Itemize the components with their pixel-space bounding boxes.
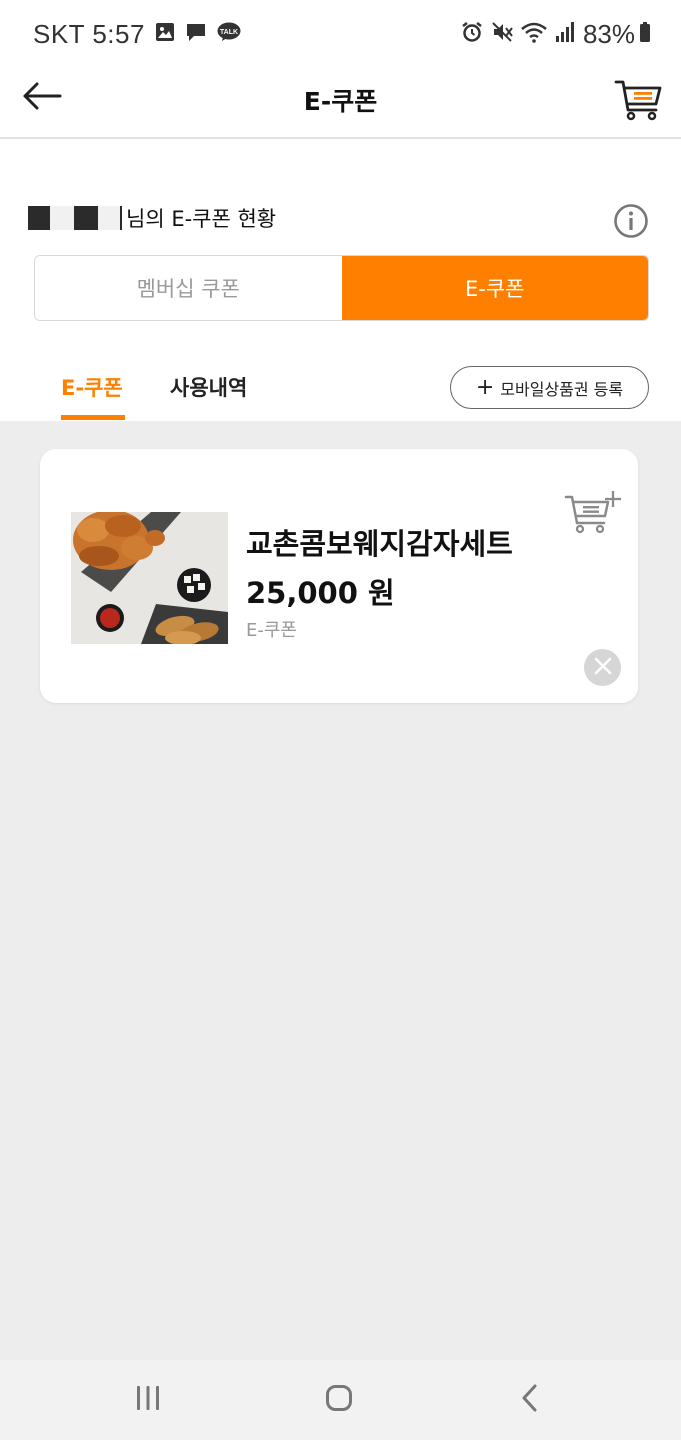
kakao-label: TALK bbox=[220, 29, 238, 36]
tab-usage-history[interactable]: 사용내역 bbox=[170, 372, 247, 402]
recent-apps-button[interactable] bbox=[128, 1382, 168, 1418]
recent-apps-icon bbox=[134, 1384, 162, 1416]
wifi-icon bbox=[521, 21, 547, 47]
cart-button[interactable] bbox=[614, 76, 664, 122]
status-left: SKT 5:57 TALK bbox=[33, 18, 241, 50]
ecoupon-segment-tab[interactable]: E-쿠폰 bbox=[341, 256, 648, 320]
user-status-label: 님의 E-쿠폰 현황 bbox=[126, 207, 277, 231]
home-icon bbox=[325, 1384, 353, 1416]
product-image bbox=[71, 512, 228, 644]
membership-coupon-tab[interactable]: 멤버십 쿠폰 bbox=[35, 256, 342, 320]
plus-icon: + bbox=[475, 374, 495, 400]
active-tab-indicator bbox=[61, 415, 125, 420]
cart-icon bbox=[614, 80, 664, 126]
battery-icon bbox=[639, 21, 651, 47]
mute-icon bbox=[491, 21, 513, 47]
battery-percent: 83% bbox=[582, 18, 635, 49]
delete-coupon-button[interactable] bbox=[584, 649, 621, 686]
user-coupon-status: 님의 E-쿠폰 현황 bbox=[28, 202, 276, 234]
coupon-type-segment: 멤버십 쿠폰 E-쿠폰 bbox=[34, 255, 649, 321]
app-header: E-쿠폰 bbox=[0, 68, 681, 139]
close-icon bbox=[593, 656, 613, 680]
status-bar: SKT 5:57 TALK 83% bbox=[0, 0, 681, 68]
status-right: 83% bbox=[453, 18, 651, 50]
cart-plus-icon bbox=[564, 491, 622, 543]
redacted-username bbox=[28, 206, 122, 230]
product-price: 25,000 원 bbox=[246, 576, 395, 610]
signal-icon bbox=[555, 21, 575, 47]
page-title: E-쿠폰 bbox=[303, 87, 378, 116]
gallery-icon bbox=[155, 22, 175, 46]
message-icon bbox=[185, 22, 207, 46]
tab-ecoupon[interactable]: E-쿠폰 bbox=[61, 372, 123, 402]
info-button[interactable] bbox=[613, 203, 649, 239]
product-name: 교촌콤보웨지감자세트 bbox=[246, 527, 513, 561]
alarm-icon bbox=[461, 21, 483, 47]
info-icon bbox=[613, 204, 649, 243]
chevron-left-icon bbox=[520, 1384, 540, 1416]
system-nav-bar bbox=[0, 1360, 681, 1440]
coupon-card[interactable]: 교촌콤보웨지감자세트 25,000 원 E-쿠폰 bbox=[40, 449, 638, 703]
carrier-time: SKT 5:57 bbox=[33, 18, 145, 49]
home-button[interactable] bbox=[319, 1382, 359, 1418]
kakaotalk-icon: TALK bbox=[217, 22, 241, 46]
add-to-cart-button[interactable] bbox=[564, 489, 622, 539]
register-mobile-voucher-button[interactable]: + 모바일상품권 등록 bbox=[450, 366, 649, 409]
register-label: 모바일상품권 등록 bbox=[500, 379, 624, 399]
system-back-button[interactable] bbox=[510, 1382, 550, 1418]
product-type: E-쿠폰 bbox=[246, 620, 297, 641]
